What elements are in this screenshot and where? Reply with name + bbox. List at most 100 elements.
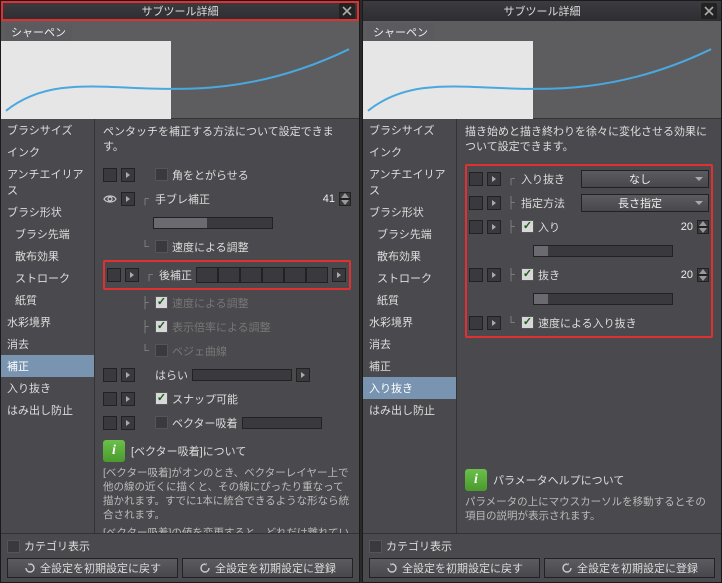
info-text-1: [ベクター吸着]がオンのとき、ベクターレイヤー上で他の線の近くに描くと、その線に… <box>103 466 351 523</box>
info-box: i パラメータヘルプについて パラメータの上にマウスカーソルを移動するとその項目… <box>465 465 713 527</box>
sidebar-item[interactable]: 紙質 <box>1 289 94 311</box>
right-panel: サブツール詳細 シャーペン ブラシサイズインクアンチエイリアスブラシ形状ブラシ先… <box>362 0 722 583</box>
reset-all-button[interactable]: 全設定を初期設定に戻す <box>7 558 178 578</box>
param-toggle[interactable] <box>469 196 483 210</box>
checkbox[interactable] <box>155 416 168 429</box>
sidebar-item[interactable]: 散布効果 <box>1 245 94 267</box>
category-checkbox[interactable] <box>369 540 382 553</box>
checkbox[interactable] <box>521 316 534 329</box>
sidebar-item[interactable]: はみ出し防止 <box>363 399 456 421</box>
sidebar-item[interactable]: 補正 <box>1 355 94 377</box>
param-toggle[interactable] <box>103 392 117 406</box>
param-toggle[interactable] <box>107 268 121 282</box>
expand-icon[interactable] <box>121 192 135 206</box>
param-toggle[interactable] <box>103 368 117 382</box>
panel-footer: カテゴリ表示 全設定を初期設定に戻す 全設定を初期設定に登録 <box>1 533 359 582</box>
sidebar-item[interactable]: 入り抜き <box>1 377 94 399</box>
slider[interactable] <box>153 217 273 229</box>
register-all-button[interactable]: 全設定を初期設定に登録 <box>544 558 715 578</box>
dropdown-inout[interactable]: なし <box>581 170 709 188</box>
tree-line: ┌ <box>143 269 155 281</box>
sidebar-item[interactable]: ブラシサイズ <box>363 119 456 141</box>
dropdown-method[interactable]: 長さ指定 <box>581 194 709 212</box>
sidebar-item[interactable]: 散布効果 <box>363 245 456 267</box>
label: 角をとがらせる <box>172 167 249 183</box>
label: 表示倍率による調整 <box>172 319 271 335</box>
close-button[interactable] <box>339 3 355 19</box>
param-toggle[interactable] <box>103 168 117 182</box>
row-bezier: └ ベジェ曲線 <box>103 340 351 362</box>
sidebar-item[interactable]: 補正 <box>363 355 456 377</box>
label: スナップ可能 <box>172 391 238 407</box>
register-all-button[interactable]: 全設定を初期設定に登録 <box>182 558 353 578</box>
panel-title: サブツール詳細 <box>504 3 581 19</box>
slider[interactable] <box>533 293 673 305</box>
checkbox[interactable] <box>155 392 168 405</box>
reset-all-button[interactable]: 全設定を初期設定に戻す <box>369 558 540 578</box>
expand-icon[interactable] <box>487 172 501 186</box>
sidebar-item[interactable]: ストローク <box>363 267 456 289</box>
param-toggle[interactable] <box>103 416 117 430</box>
checkbox[interactable] <box>521 220 534 233</box>
spinner[interactable] <box>339 192 351 206</box>
expand-icon[interactable] <box>121 416 135 430</box>
segment-bar[interactable] <box>196 267 328 283</box>
row-stabilization-slider <box>103 212 351 234</box>
param-toggle[interactable] <box>469 220 483 234</box>
checkbox[interactable] <box>155 296 168 309</box>
spinner[interactable] <box>697 220 709 234</box>
sidebar-item[interactable]: ブラシ形状 <box>1 201 94 223</box>
sidebar-item[interactable]: 水彩境界 <box>363 311 456 333</box>
expand-icon[interactable] <box>121 168 135 182</box>
sidebar-item[interactable]: アンチエイリアス <box>363 163 456 201</box>
label: 後補正 <box>159 267 192 283</box>
row-post-correction: ┌ 後補正 <box>107 264 347 286</box>
sidebar-item[interactable]: ブラシ先端 <box>1 223 94 245</box>
checkbox[interactable] <box>155 240 168 253</box>
category-label: カテゴリ表示 <box>24 538 90 554</box>
titlebar: サブツール詳細 <box>363 1 721 21</box>
sidebar-item[interactable]: 入り抜き <box>363 377 456 399</box>
sidebar-item[interactable]: 水彩境界 <box>1 311 94 333</box>
expand-icon[interactable] <box>121 392 135 406</box>
param-toggle[interactable] <box>469 268 483 282</box>
sidebar-item[interactable]: はみ出し防止 <box>1 399 94 421</box>
checkbox[interactable] <box>521 268 534 281</box>
info-title: [ベクター吸着]について <box>131 443 246 459</box>
expand-icon[interactable] <box>125 268 139 282</box>
sidebar-item[interactable]: インク <box>363 141 456 163</box>
expand-icon[interactable] <box>487 196 501 210</box>
spinner[interactable] <box>697 268 709 282</box>
sidebar-item[interactable]: 紙質 <box>363 289 456 311</box>
expand-icon[interactable] <box>487 268 501 282</box>
close-button[interactable] <box>701 3 717 19</box>
label: 指定方法 <box>521 195 577 211</box>
param-toggle[interactable] <box>469 172 483 186</box>
sidebar-item[interactable]: インク <box>1 141 94 163</box>
eye-icon[interactable] <box>103 192 117 206</box>
checkbox[interactable] <box>155 168 168 181</box>
sidebar-item[interactable]: ブラシ先端 <box>363 223 456 245</box>
category-checkbox[interactable] <box>7 540 20 553</box>
param-toggle[interactable] <box>469 316 483 330</box>
sidebar-item[interactable]: 消去 <box>1 333 94 355</box>
label: 入り抜き <box>521 171 577 187</box>
sidebar-item[interactable]: ブラシ形状 <box>363 201 456 223</box>
sidebar-item[interactable]: 消去 <box>363 333 456 355</box>
sidebar-item[interactable]: ストローク <box>1 267 94 289</box>
expand-arrow[interactable] <box>332 268 346 282</box>
checkbox[interactable] <box>155 320 168 333</box>
checkbox[interactable] <box>155 344 168 357</box>
expand-icon[interactable] <box>487 220 501 234</box>
sidebar-item[interactable]: ブラシサイズ <box>1 119 94 141</box>
expand-icon[interactable] <box>487 316 501 330</box>
expand-arrow[interactable] <box>296 368 310 382</box>
expand-icon[interactable] <box>121 368 135 382</box>
tool-label: シャーペン <box>5 23 72 41</box>
sidebar-item[interactable]: アンチエイリアス <box>1 163 94 201</box>
slider[interactable] <box>192 369 292 381</box>
row-stabilization: ┌ 手ブレ補正 41 <box>103 188 351 210</box>
tool-label: シャーペン <box>367 23 434 41</box>
slider[interactable] <box>533 245 673 257</box>
slider[interactable] <box>242 417 322 429</box>
